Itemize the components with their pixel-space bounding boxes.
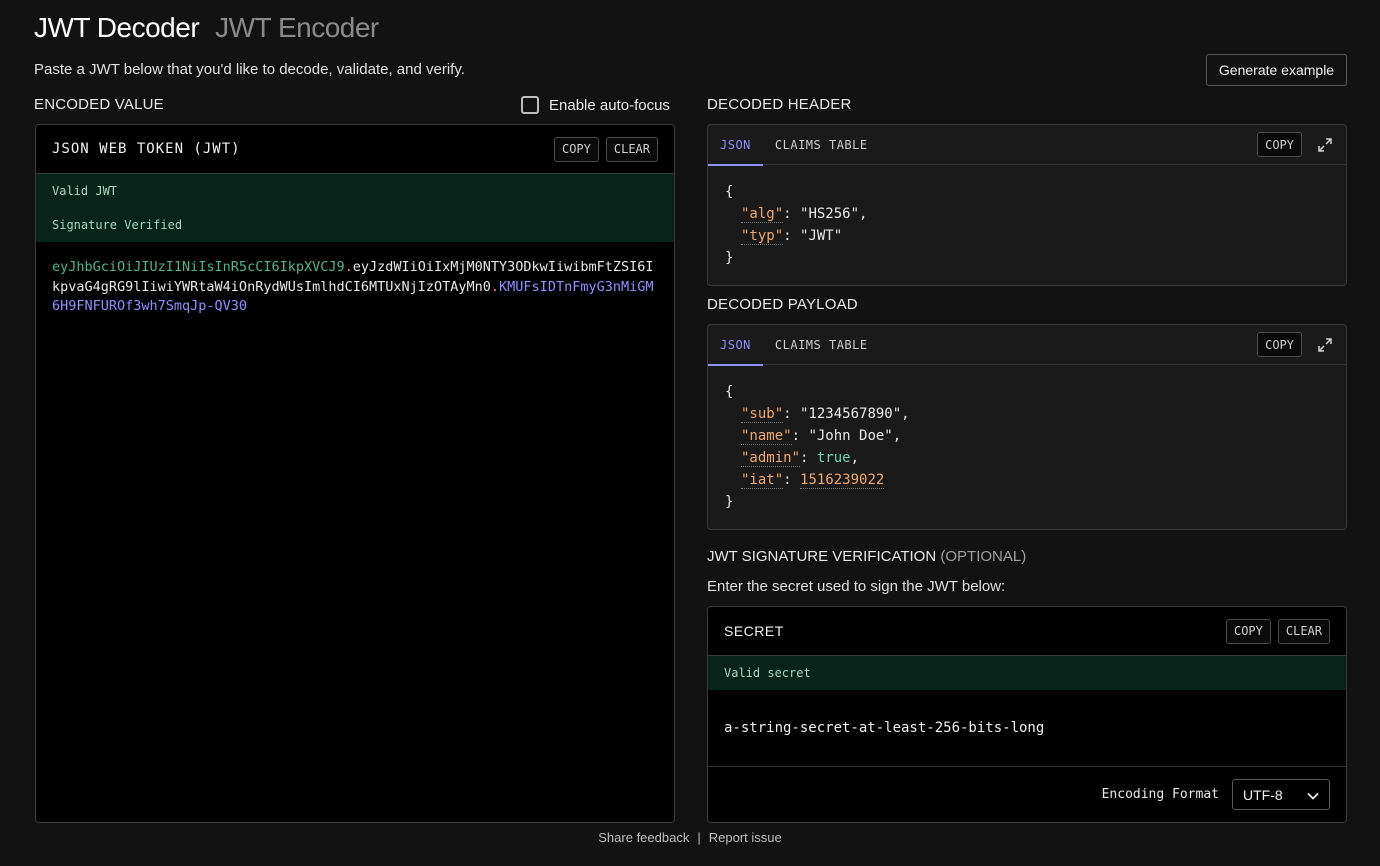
token-separator: .	[490, 278, 500, 295]
optional-tag: (OPTIONAL)	[940, 548, 1027, 565]
secret-panel-title: SECRET	[724, 623, 784, 639]
header-copy-button[interactable]: COPY	[1257, 132, 1302, 157]
auto-focus-checkbox[interactable]	[521, 96, 539, 114]
decoded-payload-toolbar: JSON CLAIMS TABLE COPY	[708, 325, 1346, 366]
jwt-clear-button[interactable]: CLEAR	[605, 136, 658, 162]
encoded-value-label: ENCODED VALUE	[34, 96, 164, 113]
json-line: "typ": "JWT"	[741, 228, 843, 245]
generate-example-button[interactable]: Generate example	[1206, 54, 1347, 86]
encoding-format-value: UTF-8	[1243, 786, 1283, 803]
json-comma: ,	[859, 206, 868, 222]
token-header-part: eyJhbGciOiJIUzI1NiIsInR5cCI6IkpXVCJ9	[52, 259, 345, 275]
chevron-down-icon	[1307, 787, 1319, 803]
secret-copy-button[interactable]: COPY	[1225, 618, 1271, 644]
decoded-payload-label: DECODED PAYLOAD	[707, 296, 858, 313]
json-comma: ,	[850, 450, 860, 466]
page-subtitle: Paste a JWT below that you'd like to dec…	[34, 61, 465, 78]
decoded-header-panel: JSON CLAIMS TABLE COPY { "alg": "HS256",…	[707, 124, 1347, 286]
json-key: "sub"	[741, 406, 784, 423]
json-key: "iat"	[741, 472, 784, 489]
signature-verification-label: JWT SIGNATURE VERIFICATION (OPTIONAL)	[707, 548, 1026, 565]
encoding-format-select[interactable]: UTF-8	[1232, 779, 1330, 810]
json-value: true	[816, 450, 851, 466]
tab-jwt-decoder[interactable]: JWT Decoder	[34, 12, 200, 44]
report-issue-link[interactable]: Report issue	[709, 830, 782, 845]
json-value: "JWT"	[800, 228, 843, 244]
jwt-token-input[interactable]: eyJhbGciOiJIUzI1NiIsInR5cCI6IkpXVCJ9.eyJ…	[36, 242, 674, 333]
json-line: "name": "John Doe",	[741, 428, 902, 445]
json-line: "alg": "HS256",	[741, 206, 868, 223]
tab-jwt-encoder[interactable]: JWT Encoder	[215, 12, 379, 44]
json-key: "alg"	[741, 206, 784, 223]
secret-input[interactable]: a-string-secret-at-least-256-bits-long	[708, 690, 1346, 767]
jwt-status-bar: Valid JWT Signature Verified	[36, 174, 674, 242]
json-close-brace: }	[725, 494, 734, 510]
footer-separator: |	[697, 830, 701, 845]
json-key: "name"	[741, 428, 792, 445]
json-comma: ,	[892, 428, 902, 444]
header-tab-claims-table[interactable]: CLAIMS TABLE	[763, 125, 880, 165]
footer: Share feedback | Report issue	[0, 830, 1380, 845]
jwt-copy-button[interactable]: COPY	[553, 136, 599, 162]
decoded-header-json: { "alg": "HS256", "typ": "JWT" }	[708, 165, 1346, 285]
encoding-format-label: Encoding Format	[1101, 787, 1219, 802]
json-open-brace: {	[725, 384, 734, 400]
expand-icon[interactable]	[1316, 136, 1334, 154]
header-tab-json[interactable]: JSON	[708, 125, 763, 166]
secret-clear-button[interactable]: CLEAR	[1277, 618, 1330, 644]
json-line: "iat": 1516239022	[741, 472, 885, 489]
json-line: "sub": "1234567890",	[741, 406, 910, 423]
payload-tab-claims-table[interactable]: CLAIMS TABLE	[763, 325, 880, 365]
decoded-payload-panel: JSON CLAIMS TABLE COPY { "sub": "1234567…	[707, 324, 1347, 530]
json-open-brace: {	[725, 184, 734, 200]
secret-panel-header: SECRET COPY CLEAR	[708, 607, 1346, 656]
share-feedback-link[interactable]: Share feedback	[598, 830, 689, 845]
json-key: "typ"	[741, 228, 784, 245]
decoded-header-toolbar: JSON CLAIMS TABLE COPY	[708, 125, 1346, 166]
json-value: "HS256"	[800, 206, 860, 222]
json-close-brace: }	[725, 250, 734, 266]
jwt-panel-title: JSON WEB TOKEN (JWT)	[52, 141, 241, 157]
json-value: 1516239022	[800, 472, 885, 489]
json-value: "John Doe"	[808, 428, 893, 444]
expand-icon[interactable]	[1316, 336, 1334, 354]
secret-panel: SECRET COPY CLEAR Valid secret a-string-…	[707, 606, 1347, 823]
title-row: JWT Decoder JWT Encoder	[34, 12, 379, 44]
valid-jwt-status: Valid JWT	[52, 184, 118, 198]
json-comma: ,	[901, 406, 910, 422]
encoded-panel: JSON WEB TOKEN (JWT) COPY CLEAR Valid JW…	[35, 124, 675, 823]
valid-secret-status: Valid secret	[708, 656, 1346, 690]
auto-focus-label: Enable auto-focus	[549, 96, 670, 114]
encoding-format-row: Encoding Format UTF-8	[708, 767, 1346, 822]
payload-tab-json[interactable]: JSON	[708, 325, 763, 366]
auto-focus-toggle[interactable]: Enable auto-focus	[521, 96, 670, 114]
decoded-payload-json: { "sub": "1234567890", "name": "John Doe…	[708, 365, 1346, 529]
signature-verified-status: Signature Verified	[52, 218, 183, 232]
json-key: "admin"	[741, 450, 801, 467]
token-separator: .	[344, 259, 353, 275]
payload-copy-button[interactable]: COPY	[1257, 332, 1302, 357]
signature-label-text: JWT SIGNATURE VERIFICATION	[707, 548, 937, 565]
encoded-panel-header: JSON WEB TOKEN (JWT) COPY CLEAR	[36, 125, 674, 174]
json-value: "1234567890"	[800, 406, 902, 422]
decoded-header-label: DECODED HEADER	[707, 96, 852, 113]
json-line: "admin": true,	[741, 450, 860, 467]
signature-description: Enter the secret used to sign the JWT be…	[707, 578, 1006, 595]
